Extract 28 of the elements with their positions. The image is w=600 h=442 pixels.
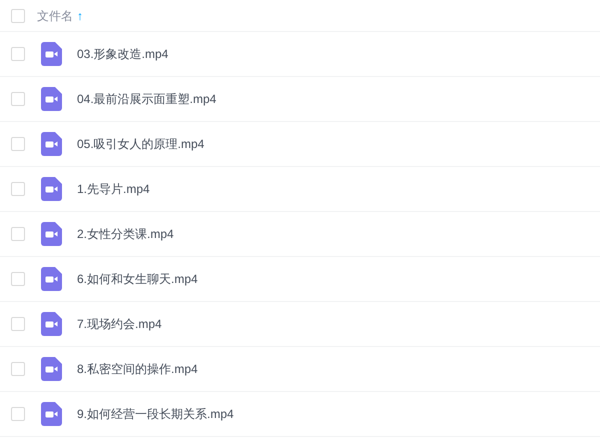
- video-file-icon: [41, 267, 62, 291]
- checkbox[interactable]: [11, 182, 25, 196]
- video-file-icon: [41, 222, 62, 246]
- video-file-icon: [41, 357, 62, 381]
- video-file-icon: [41, 42, 62, 66]
- checkbox[interactable]: [11, 92, 25, 106]
- file-name[interactable]: 05.吸引女人的原理.mp4: [77, 135, 204, 153]
- checkbox[interactable]: [11, 407, 25, 421]
- checkbox[interactable]: [11, 362, 25, 376]
- file-name[interactable]: 7.现场约会.mp4: [77, 315, 162, 333]
- checkbox[interactable]: [11, 47, 25, 61]
- video-file-icon: [41, 177, 62, 201]
- file-name[interactable]: 04.最前沿展示面重塑.mp4: [77, 90, 216, 108]
- checkbox[interactable]: [11, 272, 25, 286]
- video-file-icon: [41, 87, 62, 111]
- checkbox[interactable]: [11, 137, 25, 151]
- checkbox[interactable]: [11, 317, 25, 331]
- checkbox[interactable]: [11, 227, 25, 241]
- file-name[interactable]: 6.如何和女生聊天.mp4: [77, 270, 198, 288]
- video-file-icon: [41, 402, 62, 426]
- video-file-icon: [41, 312, 62, 336]
- checkbox[interactable]: [11, 8, 25, 22]
- file-name[interactable]: 1.先导片.mp4: [77, 180, 150, 198]
- video-file-icon: [41, 132, 62, 156]
- file-name[interactable]: 03.形象改造.mp4: [77, 45, 168, 63]
- file-name[interactable]: 8.私密空间的操作.mp4: [77, 360, 198, 378]
- file-name[interactable]: 2.女性分类课.mp4: [77, 225, 174, 243]
- file-name[interactable]: 9.如何经营一段长期关系.mp4: [77, 405, 234, 423]
